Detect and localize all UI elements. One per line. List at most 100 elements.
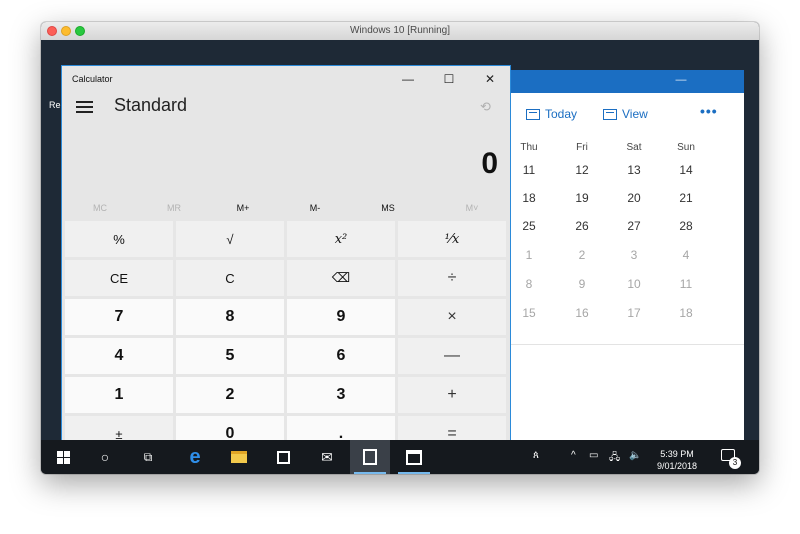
- day-cell[interactable]: 13: [614, 163, 654, 177]
- day-cell[interactable]: 1: [509, 248, 549, 262]
- calendar-minimize-button[interactable]: —: [671, 74, 691, 86]
- week-row: 15 16 17 18: [504, 306, 744, 334]
- memory-list-button[interactable]: M˅: [437, 203, 507, 213]
- digit-8-button[interactable]: 8: [176, 299, 284, 335]
- calculator-mode-title: Standard: [114, 95, 188, 115]
- calendar-today-icon: [526, 108, 540, 120]
- day-cell[interactable]: 9: [562, 277, 602, 291]
- search-button[interactable]: ○: [85, 440, 125, 474]
- digit-3-button[interactable]: 3: [287, 377, 395, 413]
- square-button[interactable]: x²: [287, 221, 395, 257]
- square-root-button[interactable]: √: [176, 221, 284, 257]
- battery-icon[interactable]: ▭: [589, 450, 598, 461]
- digit-4-button[interactable]: 4: [65, 338, 173, 374]
- calculator-minimize-button[interactable]: —: [394, 69, 422, 89]
- calculator-window: Calculator — ☐ ✕ Standard ⟲ 0 MC MR M+ M…: [61, 65, 511, 454]
- day-cell[interactable]: 18: [509, 191, 549, 205]
- file-explorer-button[interactable]: [219, 440, 259, 474]
- store-button[interactable]: [263, 440, 303, 474]
- day-cell[interactable]: 11: [509, 163, 549, 177]
- today-label: Today: [545, 107, 578, 121]
- view-button[interactable]: View: [603, 107, 648, 121]
- memory-recall-button[interactable]: MR: [139, 203, 209, 213]
- divide-button[interactable]: ÷: [398, 260, 506, 296]
- clear-button[interactable]: C: [176, 260, 284, 296]
- digit-1-button[interactable]: 1: [65, 377, 173, 413]
- memory-row: MC MR M+ M- MS M˅: [62, 200, 510, 220]
- day-cell[interactable]: 20: [614, 191, 654, 205]
- view-label: View: [622, 107, 648, 121]
- day-cell[interactable]: 10: [614, 277, 654, 291]
- folder-icon: [231, 451, 247, 463]
- memory-subtract-button[interactable]: M-: [280, 203, 350, 213]
- memory-add-button[interactable]: M+: [208, 203, 278, 213]
- windows-logo-icon: [56, 450, 70, 464]
- add-button[interactable]: +: [398, 377, 506, 413]
- volume-icon[interactable]: 🔈: [629, 450, 641, 461]
- divider: [504, 344, 744, 345]
- tray-chevron-icon[interactable]: ^: [571, 450, 576, 461]
- calculator-icon: [363, 449, 377, 465]
- day-cell[interactable]: 21: [666, 191, 706, 205]
- calculator-maximize-button[interactable]: ☐: [435, 69, 463, 89]
- edge-browser-button[interactable]: e: [175, 440, 215, 474]
- day-cell[interactable]: 28: [666, 219, 706, 233]
- taskbar: ○ ⧉ e ✉ ጰ ^ ▭ 🖧 🔈 5:39 PM 9/01/2018 3: [41, 440, 759, 474]
- calculator-close-button[interactable]: ✕: [476, 69, 504, 89]
- day-cell[interactable]: 12: [562, 163, 602, 177]
- host-title: Windows 10 [Running]: [349, 25, 451, 36]
- day-cell[interactable]: 17: [614, 306, 654, 320]
- day-cell[interactable]: 27: [614, 219, 654, 233]
- day-cell[interactable]: 8: [509, 277, 549, 291]
- people-icon[interactable]: ጰ: [533, 450, 539, 461]
- digit-6-button[interactable]: 6: [287, 338, 395, 374]
- memory-clear-button[interactable]: MC: [65, 203, 135, 213]
- calculator-taskbar-button[interactable]: [350, 440, 390, 474]
- digit-2-button[interactable]: 2: [176, 377, 284, 413]
- multiply-button[interactable]: ×: [398, 299, 506, 335]
- week-row: 25 26 27 28: [504, 219, 744, 247]
- percent-button[interactable]: %: [65, 221, 173, 257]
- weekday-header: Sat: [626, 142, 642, 153]
- desktop: Re — Today View ••• Thu Fri Sat Sun 11 1…: [41, 40, 759, 458]
- start-button[interactable]: [43, 440, 83, 474]
- calendar-view-icon: [603, 108, 617, 120]
- day-cell[interactable]: 11: [666, 277, 706, 291]
- day-cell[interactable]: 3: [614, 248, 654, 262]
- digit-9-button[interactable]: 9: [287, 299, 395, 335]
- subtract-button[interactable]: —: [398, 338, 506, 374]
- memory-store-button[interactable]: MS: [353, 203, 423, 213]
- mail-button[interactable]: ✉: [307, 440, 347, 474]
- day-cell[interactable]: 25: [509, 219, 549, 233]
- day-cell[interactable]: 18: [666, 306, 706, 320]
- backspace-icon[interactable]: ⌫: [287, 260, 395, 296]
- reciprocal-button[interactable]: ¹⁄x: [398, 221, 506, 257]
- day-cell[interactable]: 2: [562, 248, 602, 262]
- day-cell[interactable]: 16: [562, 306, 602, 320]
- network-icon[interactable]: 🖧: [609, 450, 620, 467]
- week-row: 8 9 10 11: [504, 277, 744, 305]
- week-row: 18 19 20 21: [504, 191, 744, 219]
- weekday-header: Fri: [576, 142, 588, 153]
- day-cell[interactable]: 15: [509, 306, 549, 320]
- digit-5-button[interactable]: 5: [176, 338, 284, 374]
- keypad: % √ x² ¹⁄x CE C ⌫ ÷ 7 8 9 × 4 5 6 — 1 2 …: [65, 221, 508, 452]
- calendar-icon: [406, 449, 422, 465]
- task-view-button[interactable]: ⧉: [128, 440, 168, 474]
- more-options-button[interactable]: •••: [700, 103, 718, 119]
- today-button[interactable]: Today: [526, 107, 577, 121]
- history-icon[interactable]: ⟲: [480, 99, 491, 115]
- day-cell[interactable]: 4: [666, 248, 706, 262]
- day-cell[interactable]: 14: [666, 163, 706, 177]
- task-view-icon: ⧉: [143, 449, 153, 464]
- weekday-header: Thu: [520, 142, 538, 153]
- calendar-titlebar: —: [504, 70, 744, 93]
- day-cell[interactable]: 19: [562, 191, 602, 205]
- store-bag-icon: [276, 450, 290, 464]
- clear-entry-button[interactable]: CE: [65, 260, 173, 296]
- day-cell[interactable]: 26: [562, 219, 602, 233]
- clock[interactable]: 5:39 PM 9/01/2018: [657, 448, 697, 472]
- hamburger-menu-icon[interactable]: [76, 101, 93, 113]
- calendar-taskbar-button[interactable]: [394, 440, 434, 474]
- digit-7-button[interactable]: 7: [65, 299, 173, 335]
